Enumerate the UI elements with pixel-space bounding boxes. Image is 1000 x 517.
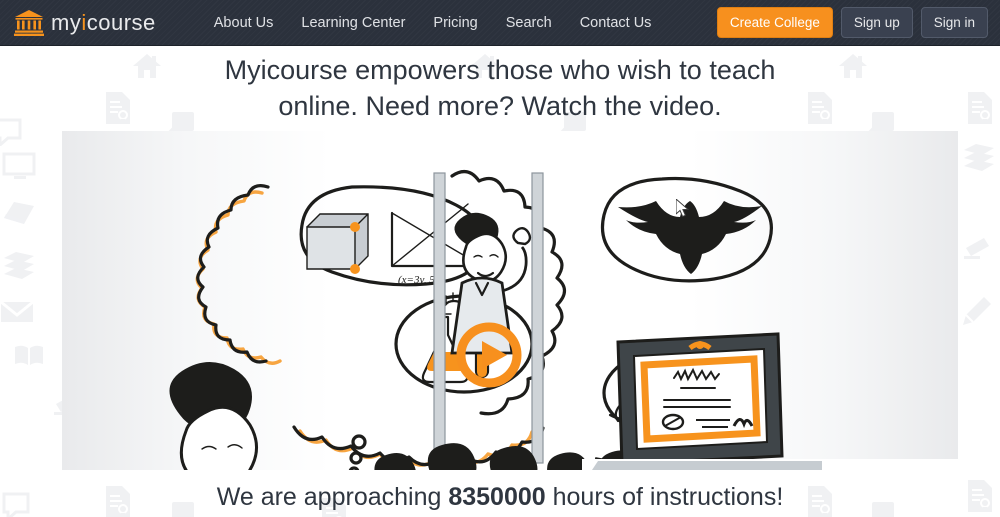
nav-link-about-us[interactable]: About Us (200, 0, 288, 46)
brand-text-before: my (51, 9, 82, 35)
books-stack-icon (2, 248, 36, 280)
main-navigation-links: About Us Learning Center Pricing Search … (200, 0, 666, 46)
hours-of-instruction-stat: We are approaching 8350000 hours of inst… (0, 483, 1000, 512)
nav-link-contact-us[interactable]: Contact Us (566, 0, 666, 46)
sign-up-button[interactable]: Sign up (840, 7, 913, 38)
monitor-icon (2, 152, 36, 180)
telescope-icon (962, 236, 994, 264)
bank-building-icon (14, 9, 44, 36)
video-player[interactable]: .ink { fill:none; stroke:#1d1d1b; stroke… (62, 131, 958, 470)
nav-link-learning-center[interactable]: Learning Center (287, 0, 419, 46)
stat-hours-value: 8350000 (448, 483, 546, 511)
book-icon (2, 200, 36, 226)
books-stack-icon (962, 140, 996, 172)
top-navigation-bar: myicourse About Us Learning Center Prici… (0, 0, 1000, 46)
pencil-icon (962, 296, 992, 326)
page-root: myicourse About Us Learning Center Prici… (0, 0, 1000, 517)
whiteboard-illustration: .ink { fill:none; stroke:#1d1d1b; stroke… (169, 169, 958, 470)
brand-name: myicourse (51, 10, 156, 36)
hero-headline: Myicourse empowers those who wish to tea… (0, 52, 1000, 124)
nav-link-search[interactable]: Search (492, 0, 566, 46)
envelope-icon (0, 300, 34, 324)
create-college-button[interactable]: Create College (716, 7, 833, 38)
stat-prefix: We are approaching (216, 483, 449, 511)
hero-headline-line-2: online. Need more? Watch the video. (278, 91, 722, 121)
play-triangle-icon (482, 341, 507, 369)
open-book-icon (14, 344, 44, 366)
play-button[interactable] (456, 322, 522, 388)
hero-headline-line-1: Myicourse empowers those who wish to tea… (224, 55, 776, 85)
nav-link-pricing[interactable]: Pricing (419, 0, 491, 46)
sign-in-button[interactable]: Sign in (920, 7, 988, 38)
brand-logo-link[interactable]: myicourse (14, 9, 156, 37)
stat-suffix: hours of instructions! (545, 483, 784, 511)
navbar-action-buttons: Create College Sign up Sign in (716, 7, 988, 38)
brand-text-after: course (86, 9, 156, 35)
